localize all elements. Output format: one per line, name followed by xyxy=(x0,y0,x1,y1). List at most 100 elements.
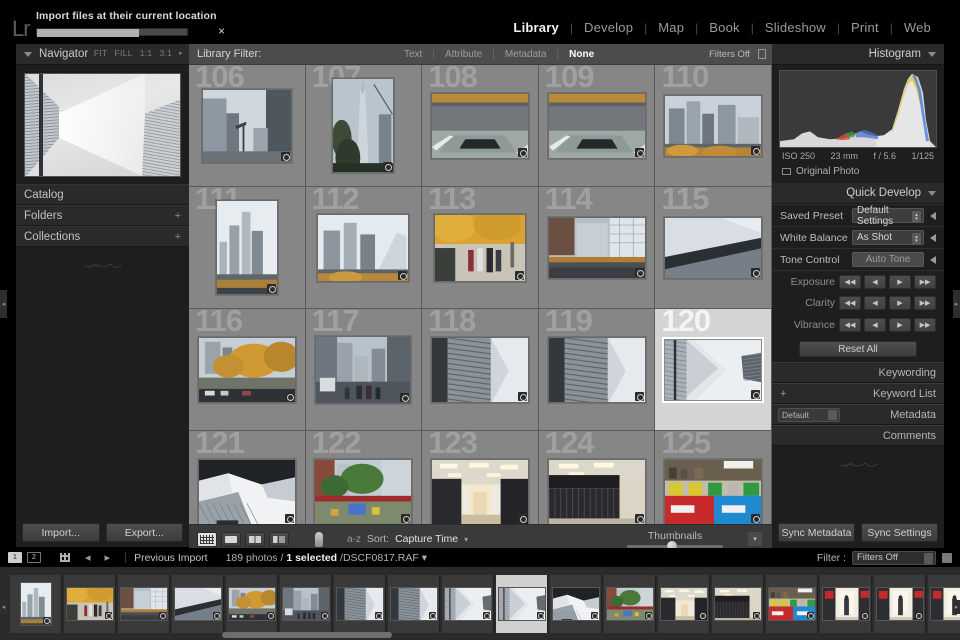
filmstrip-thumbnail[interactable] xyxy=(443,586,492,621)
grid-cell[interactable]: 125 xyxy=(655,427,772,524)
nav-back-icon[interactable]: ◂ xyxy=(85,551,91,564)
filmstrip-thumbnail-cell[interactable] xyxy=(712,574,764,633)
filmstrip-thumbnail-cell[interactable] xyxy=(280,574,332,633)
grid-cell[interactable]: 116 xyxy=(189,305,306,431)
grid-cell[interactable]: 119 xyxy=(538,305,656,431)
badge-icon[interactable] xyxy=(752,611,760,619)
sync-settings-button[interactable]: Sync Settings xyxy=(861,523,938,542)
collapse-arrow-icon[interactable] xyxy=(930,233,936,242)
filmstrip-thumbnail-cell[interactable] xyxy=(10,574,62,633)
survey-view-icon[interactable] xyxy=(269,531,289,547)
photo-thumbnail[interactable] xyxy=(215,200,278,295)
badge-icon[interactable] xyxy=(383,162,393,171)
panel-section-keyword-list[interactable]: + Keyword List xyxy=(772,383,944,404)
grid-cell[interactable]: 123 xyxy=(422,427,539,524)
sidebar-item-folders[interactable]: Folders + xyxy=(16,205,189,226)
grid-toggle-icon[interactable] xyxy=(60,553,70,562)
filmstrip-thumbnail-cell[interactable] xyxy=(226,574,278,633)
badge-icon[interactable] xyxy=(401,513,411,523)
filmstrip-thumbnail-cell[interactable] xyxy=(604,574,656,633)
badge-icon[interactable] xyxy=(212,611,220,619)
grid-cell[interactable]: 113 xyxy=(422,183,539,309)
loupe-view-icon[interactable] xyxy=(221,531,241,547)
photo-thumbnail[interactable] xyxy=(315,335,412,404)
badge-icon[interactable] xyxy=(284,513,294,523)
vibrance-increase-large[interactable]: ▶▶ xyxy=(914,318,936,332)
histogram-chart[interactable] xyxy=(779,70,937,148)
badge-icon[interactable] xyxy=(482,611,490,619)
flag-icon[interactable] xyxy=(942,552,952,563)
chevron-down-icon[interactable]: ▾ xyxy=(422,552,427,564)
import-button[interactable]: Import... xyxy=(22,523,100,542)
zoom-level-fill[interactable]: FILL xyxy=(115,48,133,58)
grid-cell[interactable]: 109 xyxy=(538,65,656,187)
filmstrip-thumbnail[interactable] xyxy=(767,586,816,621)
panel-section-keywording[interactable]: Keywording xyxy=(772,362,944,383)
exposure-decrease-small[interactable]: ◀ xyxy=(864,274,886,289)
filmstrip-thumbnail-cell[interactable] xyxy=(496,574,548,633)
filmstrip-thumbnail[interactable] xyxy=(821,586,870,621)
zoom-level-1-1[interactable]: 1:1 xyxy=(140,48,153,58)
badge-icon[interactable] xyxy=(634,267,644,277)
badge-icon[interactable] xyxy=(398,270,408,280)
badge-icon[interactable] xyxy=(644,611,652,619)
filmstrip-thumbnail-cell[interactable] xyxy=(172,574,224,633)
main-window-icon[interactable]: 1 xyxy=(8,552,22,563)
grid-cell[interactable]: 112 xyxy=(305,183,423,309)
grid-cell[interactable]: 107 xyxy=(305,65,423,187)
filmstrip-left-handle[interactable]: ◂ xyxy=(0,600,7,614)
saved-preset-select[interactable]: Default Settings ▴ ▾ xyxy=(852,205,924,227)
sort-direction-icon[interactable]: a-z xyxy=(347,534,361,545)
badge-icon[interactable] xyxy=(517,147,527,157)
badge-icon[interactable] xyxy=(590,611,598,619)
badge-icon[interactable] xyxy=(751,267,761,277)
filmstrip-thumbnail-cell[interactable] xyxy=(820,574,872,633)
photo-thumbnail[interactable] xyxy=(433,213,526,282)
photo-thumbnail[interactable] xyxy=(317,213,410,282)
export-button[interactable]: Export... xyxy=(105,523,183,542)
scrollbar-thumb[interactable] xyxy=(222,632,392,638)
photo-thumbnail[interactable] xyxy=(430,92,529,159)
zoom-level-fit[interactable]: FIT xyxy=(94,48,108,58)
stepper-icon[interactable] xyxy=(924,552,933,564)
filmstrip-thumbnail-cell[interactable] xyxy=(874,574,926,633)
badge-icon[interactable] xyxy=(517,391,527,401)
filmstrip-thumbnail[interactable] xyxy=(19,581,52,626)
grid-cell[interactable]: 106 xyxy=(189,65,306,187)
grid-cell[interactable]: 115 xyxy=(655,183,772,309)
filmstrip-thumbnail[interactable] xyxy=(713,586,762,621)
photo-thumbnail[interactable] xyxy=(547,92,646,159)
navigator-preview[interactable] xyxy=(24,71,181,178)
grid-cell[interactable]: 114 xyxy=(538,183,656,309)
filter-select[interactable]: Filters Off xyxy=(852,550,936,565)
lock-icon[interactable] xyxy=(758,49,766,59)
filmstrip-thumbnail[interactable] xyxy=(389,586,438,621)
filmstrip-thumbnail[interactable] xyxy=(551,586,600,621)
white-balance-select[interactable]: As Shot ▴ ▾ xyxy=(852,230,924,245)
filmstrip-thumbnail-cell[interactable] xyxy=(442,574,494,633)
module-library[interactable]: Library xyxy=(502,20,569,35)
quick-develop-header[interactable]: Quick Develop xyxy=(772,183,944,204)
filmstrip-thumbnail[interactable] xyxy=(65,586,114,621)
filmstrip-thumbnail-cell[interactable] xyxy=(388,574,440,633)
badge-icon[interactable] xyxy=(266,611,274,619)
badge-icon[interactable] xyxy=(428,611,436,619)
filmstrip-thumbnail[interactable] xyxy=(227,586,276,621)
module-web[interactable]: Web xyxy=(893,20,942,35)
filmstrip-thumbnail-cell[interactable] xyxy=(658,574,710,633)
collapse-arrow-icon[interactable] xyxy=(930,255,936,264)
module-slideshow[interactable]: Slideshow xyxy=(754,20,837,35)
exposure-increase-large[interactable]: ▶▶ xyxy=(914,274,936,289)
badge-icon[interactable] xyxy=(42,616,50,624)
photo-thumbnail[interactable] xyxy=(664,338,763,401)
histogram-header[interactable]: Histogram xyxy=(772,44,944,65)
badge-icon[interactable] xyxy=(400,392,410,402)
badge-icon[interactable] xyxy=(517,513,527,523)
filmstrip-thumbnail-cell[interactable] xyxy=(64,574,116,633)
badge-icon[interactable] xyxy=(634,147,644,157)
badge-icon[interactable] xyxy=(860,611,868,619)
photo-thumbnail[interactable] xyxy=(332,78,395,173)
filmstrip-thumbnail[interactable] xyxy=(659,586,708,621)
right-panel-handle[interactable]: ▸ xyxy=(953,290,960,318)
second-window-icon[interactable]: 2 xyxy=(27,552,41,563)
